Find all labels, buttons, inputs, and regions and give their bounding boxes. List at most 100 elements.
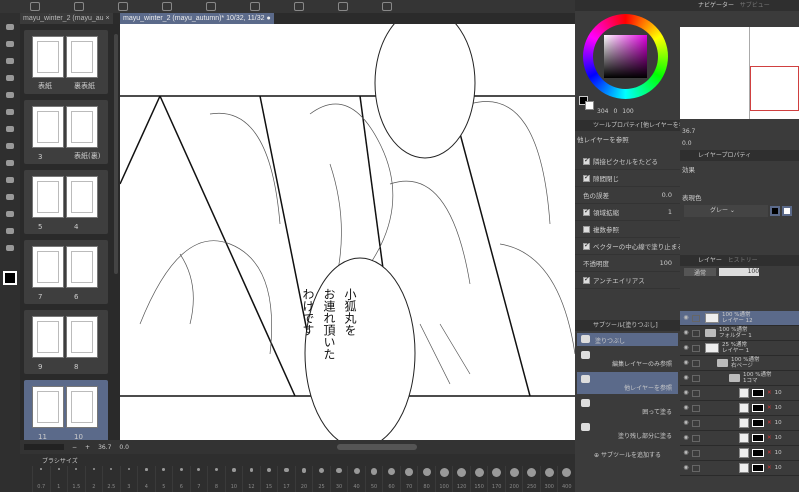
gradient-tool-icon[interactable]: [6, 177, 14, 183]
brush-size-preset[interactable]: 4: [137, 466, 155, 492]
drawing-canvas[interactable]: 小狐丸を お連れ頂いた わけです: [120, 24, 575, 440]
page-thumbnail[interactable]: [32, 106, 64, 148]
eye-icon[interactable]: ◉: [680, 435, 692, 441]
brush-size-preset[interactable]: 10: [224, 466, 243, 492]
brush-size-preset[interactable]: 5: [154, 466, 173, 492]
brush-size-preset[interactable]: 60: [382, 466, 400, 492]
brush-size-preset[interactable]: 80: [417, 466, 435, 492]
page-spread[interactable]: 9 8: [24, 310, 108, 374]
blend-mode-select[interactable]: 通常: [684, 268, 717, 277]
white-color-button[interactable]: [782, 206, 792, 216]
checkbox[interactable]: [583, 225, 590, 233]
sub-color-chip[interactable]: [585, 101, 594, 110]
page-thumbnail[interactable]: [66, 106, 98, 148]
layer-row[interactable]: ◉ 100 %通常 右ページ: [680, 356, 799, 371]
eye-icon[interactable]: ◉: [680, 330, 692, 336]
brush-size-preset[interactable]: 7: [189, 466, 208, 492]
tab-navigator[interactable]: ナビゲーター: [698, 2, 734, 9]
brush-size-preset[interactable]: 40: [347, 466, 365, 492]
text-tool-icon[interactable]: [6, 228, 14, 234]
saturation-value-square[interactable]: [604, 35, 647, 78]
navigator-angle[interactable]: 0.0: [682, 140, 692, 147]
new-icon[interactable]: [74, 2, 84, 11]
brush-size-preset[interactable]: 300: [539, 466, 558, 492]
property-value[interactable]: 0.0: [662, 191, 672, 199]
brush-size-preset[interactable]: 50: [364, 466, 383, 492]
brush-size-preset[interactable]: 400: [557, 466, 575, 492]
brush-size-preset[interactable]: 12: [242, 466, 260, 492]
brush-size-preset[interactable]: 25: [312, 466, 330, 492]
eye-icon[interactable]: ◉: [680, 375, 692, 381]
brush-size-preset[interactable]: 250: [522, 466, 540, 492]
lock-toggle[interactable]: [692, 404, 700, 412]
subtool-item[interactable]: 編集レイヤーのみ参照: [577, 348, 678, 370]
eye-icon[interactable]: ◉: [680, 315, 692, 321]
brush-size-preset[interactable]: 150: [469, 466, 488, 492]
brush-size-preset[interactable]: 1.5: [67, 466, 85, 492]
navigator-preview[interactable]: [680, 27, 799, 119]
eye-icon[interactable]: ◉: [680, 450, 692, 456]
eyedropper-tool-icon[interactable]: [6, 109, 14, 115]
brush-size-preset[interactable]: 100: [434, 466, 453, 492]
main-color-swatch[interactable]: [3, 271, 17, 285]
redo-icon[interactable]: [250, 2, 260, 11]
zoom-in-button[interactable]: +: [85, 444, 90, 451]
subtool-group[interactable]: 塗りつぶし: [577, 333, 678, 346]
subtool-item[interactable]: 塗り残し部分に塗る: [577, 420, 678, 442]
layer-row[interactable]: ◉ ✕ 10: [680, 401, 799, 416]
page-thumbnail[interactable]: [32, 316, 64, 358]
checkbox[interactable]: [583, 207, 590, 216]
page-spread[interactable]: 5 4: [24, 170, 108, 234]
view-rectangle[interactable]: [750, 66, 799, 111]
lock-toggle[interactable]: [692, 434, 700, 442]
brush-size-preset[interactable]: 3: [119, 466, 138, 492]
lock-toggle[interactable]: [692, 359, 700, 367]
lock-toggle[interactable]: [692, 419, 700, 427]
page-spread[interactable]: 7 6: [24, 240, 108, 304]
brush-size-preset[interactable]: 6: [172, 466, 190, 492]
tab-subview[interactable]: サブビュー: [740, 2, 770, 9]
layer-row[interactable]: ◉ ✕ 10: [680, 431, 799, 446]
tab-document-2[interactable]: mayu_winter_2 (mayu_autumn)* 10/32, 11/3…: [120, 13, 274, 24]
zoom-tool-icon[interactable]: [6, 41, 14, 47]
lock-toggle[interactable]: [692, 464, 700, 472]
fill-icon[interactable]: [338, 2, 348, 11]
fill-tool-icon[interactable]: [6, 160, 14, 166]
add-subtool-button[interactable]: ⊕ サブツールを追加する: [575, 444, 680, 459]
lock-toggle[interactable]: [692, 374, 700, 382]
brush-size-preset[interactable]: 2: [84, 466, 103, 492]
page-thumbnail[interactable]: [32, 176, 64, 218]
brush-size-preset[interactable]: 15: [259, 466, 278, 492]
horizontal-scrollbar[interactable]: [336, 444, 417, 450]
page-thumbnail[interactable]: [32, 36, 64, 78]
page-thumbnail[interactable]: [66, 316, 98, 358]
tab-document-1[interactable]: mayu_winter_2 (mayu_au ×: [20, 13, 113, 24]
lasso-tool-icon[interactable]: [6, 92, 14, 98]
brush-size-preset[interactable]: 17: [277, 466, 295, 492]
brush-size-preset[interactable]: 120: [452, 466, 470, 492]
expression-color-select[interactable]: グレー ⌄: [684, 205, 768, 217]
brush-size-preset[interactable]: 20: [294, 466, 313, 492]
lock-toggle[interactable]: [692, 344, 700, 352]
close-tab-icon[interactable]: ×: [106, 15, 110, 22]
eraser-tool-icon[interactable]: [6, 143, 14, 149]
navigator-zoom[interactable]: 36.7: [682, 128, 695, 135]
layer-row[interactable]: ◉ 100 %通常 フォルダー 1: [680, 326, 799, 341]
shape-tool-icon[interactable]: [6, 194, 14, 200]
page-thumbnail[interactable]: [66, 36, 98, 78]
eye-icon[interactable]: ◉: [680, 345, 692, 351]
subtool-item[interactable]: 囲って塗る: [577, 396, 678, 418]
transform-icon[interactable]: [382, 2, 392, 11]
brush-size-preset[interactable]: 1: [49, 466, 68, 492]
property-value[interactable]: 1: [668, 208, 672, 216]
subtool-item[interactable]: 他レイヤーを参照: [577, 372, 678, 394]
brush-size-preset[interactable]: 70: [399, 466, 418, 492]
page-thumbnail[interactable]: [32, 386, 64, 428]
zoom-value[interactable]: 36.7: [98, 444, 111, 451]
thumbnail-size-slider[interactable]: [24, 444, 64, 450]
layer-row[interactable]: ◉ 100 %通常 レイヤー 12: [680, 311, 799, 326]
undo-icon[interactable]: [206, 2, 216, 11]
checkbox[interactable]: [583, 241, 590, 250]
layer-opacity[interactable]: 100: [719, 268, 760, 276]
tab-layer[interactable]: レイヤー: [698, 257, 722, 264]
